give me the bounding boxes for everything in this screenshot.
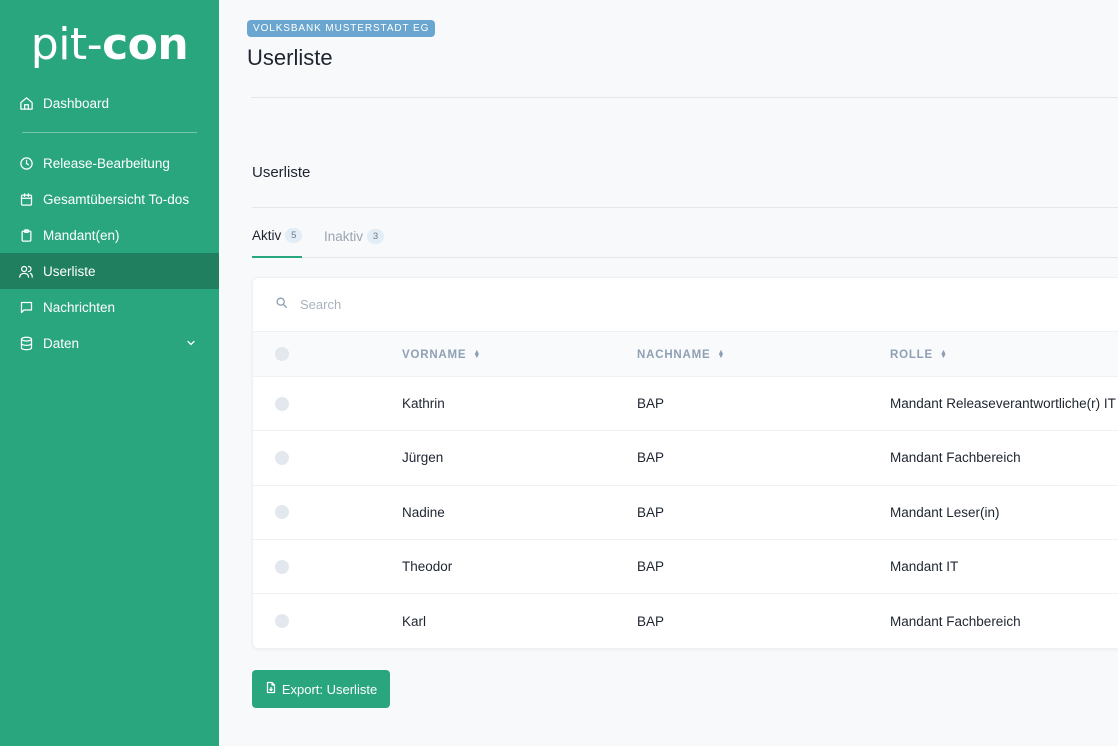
tab-aktiv[interactable]: Aktiv 5 [252, 214, 303, 258]
column-header-label: NACHNAME [637, 348, 711, 361]
table-row[interactable]: Nadine BAP Mandant Leser(in) [253, 486, 1118, 540]
organization-badge: VOLKSBANK MUSTERSTADT EG [247, 20, 436, 37]
tab-count-badge: 5 [285, 227, 303, 243]
cell-nachname: BAP [637, 613, 665, 629]
chevron-down-icon[interactable] [185, 337, 197, 349]
sidebar-divider [22, 132, 197, 133]
sidebar-item-daten[interactable]: Daten [0, 325, 219, 361]
tab-label: Inaktiv [324, 228, 364, 244]
main-content: VOLKSBANK MUSTERSTADT EG Userliste Userl… [219, 0, 1118, 746]
user-table-card: VORNAME ▲▼ NACHNAME ▲▼ ROLLE ▲▼ Kathrin … [252, 277, 1118, 649]
search-bar [253, 278, 1118, 332]
sidebar-item-label: Release-Bearbeitung [43, 155, 170, 171]
message-icon [18, 299, 34, 315]
row-checkbox[interactable] [275, 396, 289, 411]
row-checkbox[interactable] [275, 505, 289, 520]
sidebar-item-label: Mandant(en) [43, 227, 120, 243]
home-icon [18, 95, 34, 111]
column-header-nachname[interactable]: NACHNAME ▲ ▼ [637, 332, 725, 377]
cell-nachname: BAP [637, 559, 665, 575]
sidebar-item-gesamtuebersicht[interactable]: Gesamtübersicht To-dos [0, 181, 219, 217]
sidebar-item-nachrichten[interactable]: Nachrichten [0, 289, 219, 325]
table-row[interactable]: Karl BAP Mandant Fachbereich [253, 594, 1118, 648]
column-header-vorname[interactable]: VORNAME ▲ ▼ [402, 332, 481, 377]
table-row[interactable]: Kathrin BAP Mandant Releaseverantwortlic… [253, 377, 1118, 432]
sidebar-item-release-bearbeitung[interactable]: Release-Bearbeitung [0, 145, 219, 181]
sidebar-item-mandanten[interactable]: Mandant(en) [0, 217, 219, 253]
row-checkbox[interactable] [275, 559, 289, 574]
sidebar-item-label: Nachrichten [43, 299, 116, 315]
cell-nachname: BAP [637, 504, 665, 520]
table-header: VORNAME ▲ ▼ NACHNAME ▲ ▼ ROLLE ▲ ▼ [253, 332, 1118, 377]
tab-label: Aktiv [252, 227, 282, 243]
sidebar-item-label: Gesamtübersicht To-dos [43, 191, 190, 207]
sidebar-item-label: Daten [43, 335, 80, 351]
cell-vorname: Theodor [402, 559, 453, 575]
header-divider [251, 97, 1118, 98]
export-button-label: Export: Userliste [281, 681, 378, 697]
cell-rolle: Mandant Leser(in) [890, 504, 1000, 520]
table-row[interactable]: Jürgen BAP Mandant Fachbereich [253, 431, 1118, 486]
sort-icon: ▲ ▼ [473, 348, 482, 360]
users-icon [18, 263, 34, 279]
sidebar-item-dashboard[interactable]: Dashboard [0, 85, 219, 121]
sidebar-item-label: Userliste [43, 263, 96, 279]
clock-icon [18, 155, 34, 171]
page-title: Userliste [247, 45, 333, 70]
calendar-icon [18, 191, 34, 207]
section-title: Userliste [252, 164, 311, 181]
tab-inaktiv[interactable]: Inaktiv 3 [324, 214, 385, 258]
database-icon [18, 335, 34, 351]
cell-vorname: Karl [402, 613, 427, 629]
row-checkbox[interactable] [275, 614, 289, 629]
sidebar-item-userliste[interactable]: Userliste [0, 253, 219, 289]
cell-vorname: Nadine [402, 504, 445, 520]
column-header-label: ROLLE [890, 348, 933, 361]
status-tabs: Aktiv 5 Inaktiv 3 [252, 214, 1118, 258]
cell-rolle: Mandant Releaseverantwortliche(r) IT [890, 396, 1116, 412]
cell-vorname: Kathrin [402, 396, 445, 412]
cell-vorname: Jürgen [402, 450, 444, 466]
clipboard-icon [18, 227, 34, 243]
row-checkbox[interactable] [275, 450, 289, 465]
tab-count-badge: 3 [367, 228, 385, 244]
cell-rolle: Mandant IT [890, 559, 959, 575]
file-export-icon [265, 681, 282, 697]
table-row[interactable]: Theodor BAP Mandant IT [253, 540, 1118, 595]
cell-rolle: Mandant Fachbereich [890, 613, 1021, 629]
cell-nachname: BAP [637, 396, 665, 412]
export-userliste-button[interactable]: Export: Userliste [252, 670, 390, 708]
sidebar-item-label: Dashboard [43, 95, 110, 111]
logo-text-part1: pit- [30, 18, 103, 70]
logo[interactable]: pit-con [0, 0, 219, 88]
search-icon [275, 296, 300, 314]
search-input[interactable] [300, 297, 800, 312]
sort-icon: ▲ ▼ [939, 348, 948, 360]
sort-icon: ▲ ▼ [717, 348, 726, 360]
column-header-label: VORNAME [402, 348, 467, 361]
select-all-checkbox[interactable] [275, 347, 289, 361]
logo-text-part2: con [102, 18, 189, 70]
cell-nachname: BAP [637, 450, 665, 466]
column-header-rolle[interactable]: ROLLE ▲ ▼ [890, 332, 948, 377]
cell-rolle: Mandant Fachbereich [890, 450, 1021, 466]
sidebar: pit-con Dashboard Release-Bearbeitung Ge… [0, 0, 219, 746]
section-divider [252, 207, 1118, 208]
